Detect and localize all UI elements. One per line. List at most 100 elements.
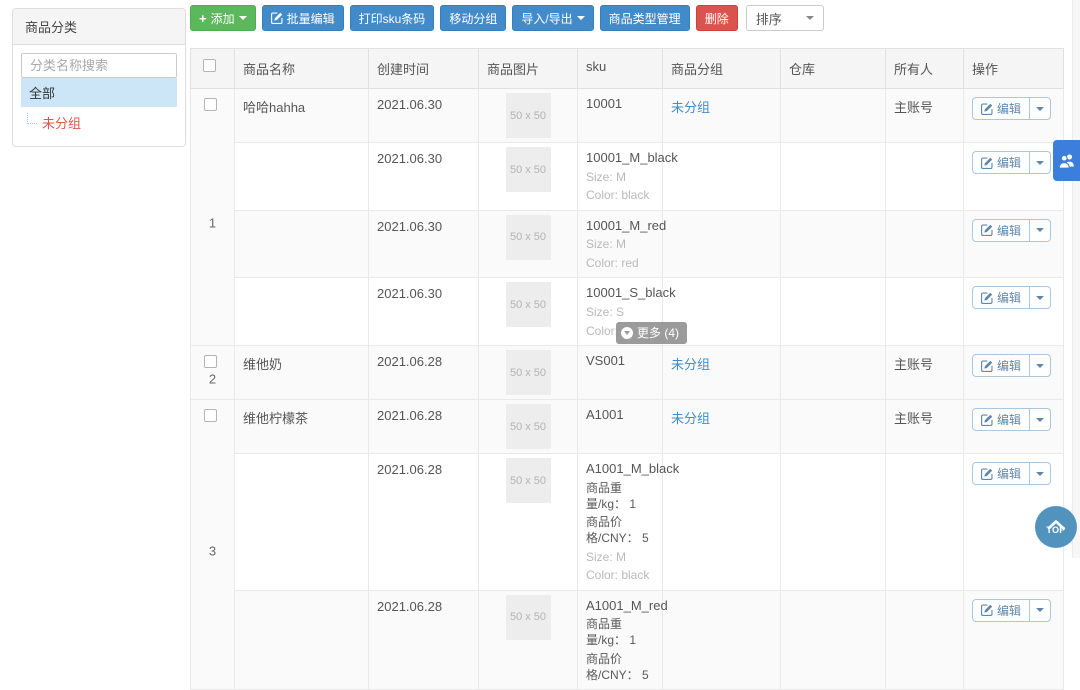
- cell-product-image: 50 x 50: [478, 589, 578, 690]
- delete-button[interactable]: 删除: [695, 5, 738, 31]
- row-select-cell: 1: [190, 87, 235, 347]
- caret-down-icon: [805, 16, 814, 20]
- circle-down-icon: [621, 326, 633, 339]
- edit-dropdown-toggle[interactable]: [1030, 355, 1050, 376]
- cell-owner: [885, 142, 964, 211]
- add-button[interactable]: + 添加: [190, 5, 256, 31]
- cell-product-group: [662, 209, 781, 279]
- edit-pencil-icon: [981, 157, 993, 169]
- cell-actions: 编辑: [963, 399, 1064, 455]
- row-checkbox[interactable]: [204, 409, 217, 423]
- cell-actions: 编辑: [963, 345, 1064, 401]
- batch-edit-label: 批量编辑: [286, 11, 335, 26]
- edit-button-main[interactable]: 编辑: [973, 409, 1031, 431]
- import-export-button[interactable]: 导入/导出: [512, 5, 594, 31]
- cell-sku: 10001_M_red Size: M Color: red: [577, 209, 666, 279]
- edit-dropdown-toggle[interactable]: [1030, 463, 1050, 484]
- plus-icon: +: [199, 10, 207, 26]
- category-item-all[interactable]: 全部: [21, 78, 177, 107]
- select-all-header: [190, 48, 235, 89]
- cell-actions: 编辑: [963, 142, 1064, 211]
- sku-code: 10001_S_black: [586, 285, 676, 301]
- category-item-ungrouped[interactable]: 未分组: [21, 107, 177, 134]
- edit-button-main[interactable]: 编辑: [973, 152, 1031, 173]
- product-group-link[interactable]: 未分组: [671, 100, 710, 115]
- edit-button-main[interactable]: 编辑: [973, 599, 1031, 621]
- edit-button-main[interactable]: 编辑: [973, 287, 1031, 309]
- edit-dropdown-toggle[interactable]: [1030, 409, 1050, 430]
- sku-code: 10001_M_black: [586, 150, 678, 165]
- more-variants-label: 更多 (4): [637, 326, 680, 341]
- edit-pencil-icon: [981, 468, 993, 480]
- cell-created-time: 2021.06.28: [368, 399, 479, 455]
- cell-product-name: [234, 142, 369, 211]
- row-checkbox[interactable]: [204, 355, 217, 369]
- edit-dropdown-toggle[interactable]: [1030, 600, 1050, 621]
- cell-owner: [885, 209, 964, 279]
- product-type-manage-button[interactable]: 商品类型管理: [599, 5, 690, 31]
- sku-variant-attribute: Color: black: [586, 568, 650, 583]
- cell-warehouse: [780, 589, 886, 690]
- move-group-label: 移动分组: [449, 11, 498, 26]
- edit-button[interactable]: 编辑: [972, 218, 1052, 242]
- edit-dropdown-toggle[interactable]: [1030, 287, 1050, 308]
- image-placeholder: 50 x 50: [505, 282, 551, 328]
- cell-actions: 编辑: [963, 589, 1064, 690]
- edit-button[interactable]: 编辑: [972, 462, 1052, 486]
- customer-service-button[interactable]: [1053, 140, 1080, 181]
- cell-product-group: [662, 453, 781, 591]
- column-header-image: 商品图片: [478, 48, 578, 89]
- edit-dropdown-toggle[interactable]: [1030, 152, 1050, 173]
- batch-edit-button[interactable]: 批量编辑: [261, 5, 344, 31]
- variant-row: 2021.06.30 50 x 50 10001_M_black Size: M Col…: [190, 142, 1064, 211]
- edit-button[interactable]: 编辑: [972, 408, 1052, 432]
- category-search-input[interactable]: [21, 53, 177, 78]
- sort-dropdown[interactable]: 排序: [745, 5, 824, 31]
- users-icon: [1058, 154, 1074, 169]
- cell-warehouse: [780, 453, 886, 591]
- sku-code: 10001: [586, 96, 623, 111]
- column-header-actions: 操作: [963, 48, 1064, 89]
- edit-button-main[interactable]: 编辑: [973, 98, 1031, 119]
- row-checkbox[interactable]: [204, 98, 217, 111]
- column-header-warehouse: 仓库: [780, 48, 886, 89]
- product-group-link[interactable]: 未分组: [671, 357, 710, 372]
- print-sku-barcode-button[interactable]: 打印sku条码: [349, 5, 435, 31]
- image-placeholder: 50 x 50: [505, 350, 551, 396]
- product-group: 2 维他奶 2021.06.28 50 x 50 VS001 未分组 主账号 编辑: [190, 345, 1064, 401]
- cell-product-name: [234, 209, 369, 279]
- edit-pencil-icon: [270, 12, 283, 24]
- edit-button[interactable]: 编辑: [972, 598, 1052, 622]
- image-placeholder: 50 x 50: [505, 214, 551, 260]
- product-group-link[interactable]: 未分组: [671, 411, 710, 426]
- back-to-top-button[interactable]: TOP: [1035, 506, 1077, 548]
- variant-row: 2021.06.28 50 x 50 A1001_M_black 商品重量/kg： 1…: [190, 453, 1064, 591]
- product-management-page: { "page": { "top_button_label": "TOP" },…: [0, 0, 1080, 690]
- edit-button-main[interactable]: 编辑: [973, 355, 1031, 377]
- cell-product-group: 未分组: [662, 88, 781, 143]
- edit-button-main[interactable]: 编辑: [973, 463, 1031, 485]
- scrollbar-track[interactable]: [1072, 0, 1080, 558]
- edit-button[interactable]: 编辑: [972, 151, 1052, 174]
- caret-down-icon: [1036, 295, 1045, 300]
- cell-sku: 10001_S_blackSize: SColor: black更多 (4): [577, 277, 688, 347]
- edit-button[interactable]: 编辑: [972, 97, 1052, 120]
- more-variants-badge[interactable]: 更多 (4): [616, 322, 688, 345]
- product-group: 3 维他柠檬茶 2021.06.28 50 x 50 A1001 未分组 主账号 编辑 2021…: [190, 399, 1064, 690]
- select-all-checkbox[interactable]: [203, 59, 216, 72]
- top-button-label: TOP: [1046, 525, 1066, 535]
- caret-down-icon: [1036, 106, 1045, 111]
- column-header-product-name: 商品名称: [234, 48, 369, 89]
- edit-button[interactable]: 编辑: [972, 286, 1052, 310]
- edit-button-main[interactable]: 编辑: [973, 219, 1031, 241]
- cell-owner: [885, 277, 964, 347]
- edit-dropdown-toggle[interactable]: [1030, 98, 1050, 119]
- cell-product-image: 50 x 50: [478, 142, 578, 211]
- sku-attribute: 商品重量/kg： 1: [586, 480, 637, 511]
- edit-button-label: 编辑: [997, 467, 1022, 482]
- cell-product-name: [234, 277, 369, 347]
- edit-button[interactable]: 编辑: [972, 354, 1052, 378]
- move-group-button[interactable]: 移动分组: [440, 5, 507, 31]
- edit-dropdown-toggle[interactable]: [1030, 220, 1050, 241]
- cell-sku: VS001: [577, 345, 663, 401]
